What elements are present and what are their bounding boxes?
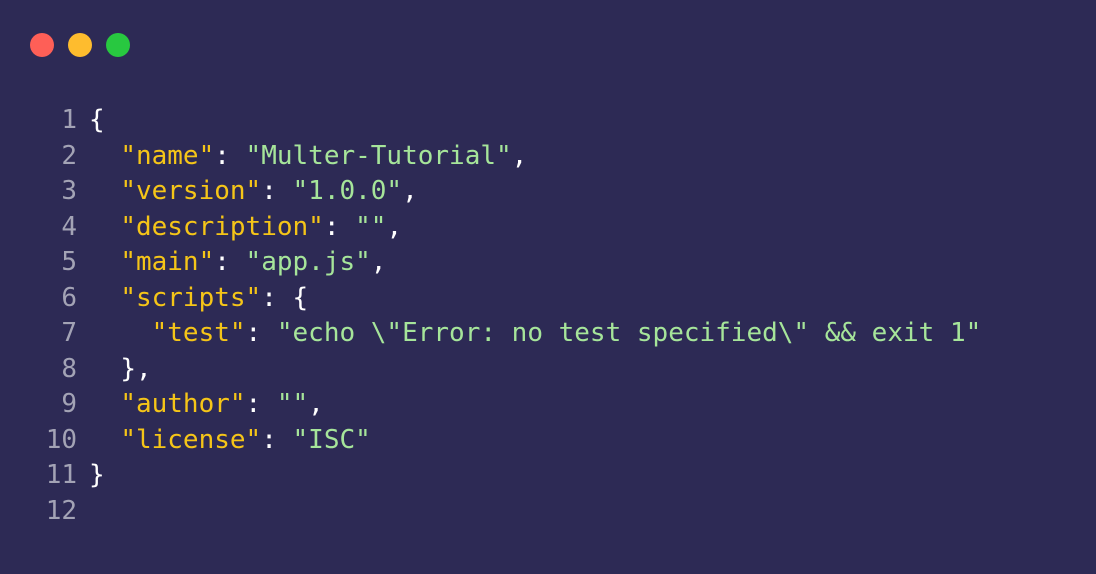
code-line: 7 "test": "echo \"Error: no test specifi…: [30, 316, 981, 352]
code-line: 6 "scripts": {: [30, 281, 981, 317]
code-window: 1{2 "name": "Multer-Tutorial", 3 "version…: [0, 0, 1096, 574]
window-controls: [30, 33, 130, 57]
line-content: "scripts": {: [89, 281, 308, 317]
json-key: "main": [120, 247, 215, 277]
line-content: "name": "Multer-Tutorial",: [89, 139, 527, 175]
line-content: "license": "ISC": [89, 423, 371, 459]
json-key: "description": [120, 211, 324, 242]
separator: :: [245, 318, 277, 348]
line-number: 4: [61, 211, 77, 242]
json-value: "1.0.0": [292, 176, 403, 206]
separator: :: [323, 211, 356, 242]
line-content: "test": "echo \"Error: no test specified…: [89, 316, 982, 352]
json-key: "author": [120, 389, 246, 419]
line-content: "author": "",: [89, 387, 324, 423]
punctuation: ,: [511, 140, 528, 171]
close-button[interactable]: [30, 33, 54, 57]
line-content: {: [89, 103, 105, 139]
punctuation: {: [292, 282, 309, 313]
code-line: 8 },: [30, 352, 981, 388]
line-content: "version": "1.0.0",: [89, 174, 418, 210]
code-line: 1{: [30, 103, 981, 139]
separator: :: [261, 424, 293, 455]
punctuation: ,: [370, 247, 387, 277]
code-line: 9 "author": "",: [30, 387, 981, 423]
code-line: 2 "name": "Multer-Tutorial",: [30, 139, 981, 175]
maximize-button[interactable]: [106, 33, 130, 57]
line-number: 1: [61, 105, 77, 135]
line-number: 6: [61, 282, 77, 313]
json-value: "ISC": [292, 424, 371, 455]
line-number: 2: [61, 140, 77, 171]
line-number: 11: [45, 460, 77, 490]
punctuation: {: [89, 105, 105, 135]
code-editor[interactable]: 1{2 "name": "Multer-Tutorial", 3 "version…: [30, 103, 982, 530]
code-line: 5 "main": "app.js",: [30, 245, 981, 281]
code-line: 3 "version": "1.0.0",: [30, 174, 981, 210]
code-line: 12: [30, 494, 981, 530]
line-content: "main": "app.js",: [89, 245, 386, 281]
json-value: "": [355, 211, 387, 242]
separator: :: [261, 282, 293, 313]
line-content: },: [89, 352, 152, 388]
minimize-button[interactable]: [68, 33, 92, 57]
punctuation: },: [120, 353, 152, 384]
line-content: }: [89, 458, 105, 494]
json-key: "name": [120, 140, 215, 171]
json-key: "test": [151, 318, 246, 348]
punctuation: ,: [402, 176, 418, 206]
line-number: 9: [61, 389, 77, 419]
separator: :: [214, 247, 246, 277]
json-value: "Multer-Tutorial": [245, 140, 512, 171]
punctuation: ,: [386, 211, 403, 242]
json-value: "app.js": [245, 247, 371, 277]
json-key: "scripts": [120, 282, 262, 313]
line-number: 3: [61, 176, 77, 206]
line-number: 12: [45, 495, 77, 526]
json-value: "": [276, 389, 309, 419]
code-line: 11}: [30, 458, 981, 494]
line-content: "description": "",: [89, 210, 402, 246]
line-number: 10: [45, 424, 77, 455]
punctuation: ,: [308, 389, 324, 419]
punctuation: }: [89, 460, 105, 490]
separator: :: [245, 389, 277, 419]
code-line: 10 "license": "ISC": [30, 423, 981, 459]
line-number: 7: [61, 318, 77, 348]
json-value: "echo \"Error: no test specified\" && ex…: [276, 318, 982, 348]
json-key: "version": [120, 176, 262, 206]
json-key: "license": [120, 424, 262, 455]
line-number: 5: [61, 247, 77, 277]
separator: :: [214, 140, 246, 171]
separator: :: [261, 176, 293, 206]
code-line: 4 "description": "",: [30, 210, 981, 246]
line-number: 8: [61, 353, 77, 384]
